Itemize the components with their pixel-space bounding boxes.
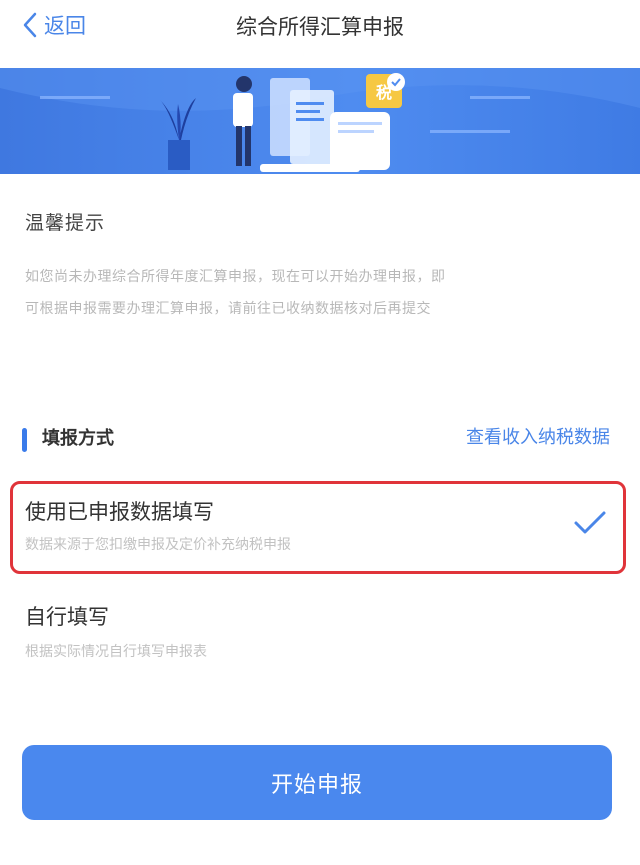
section-title: 填报方式 xyxy=(42,428,114,449)
option-self-fill[interactable]: 自行填写 根据实际情况自行填写申报表 xyxy=(10,591,626,671)
option-title: 使用已申报数据填写 xyxy=(25,500,214,524)
view-tax-data-link[interactable]: 查看收入纳税数据 xyxy=(466,423,610,449)
page-title: 综合所得汇算申报 xyxy=(236,15,404,39)
phone-icon xyxy=(330,112,390,170)
tips-text-line-2: 可根据申报需要办理汇算申报，请前往已收纳数据核对后再提交 xyxy=(25,301,431,317)
option-use-declared-data[interactable]: 使用已申报数据填写 数据来源于您扣缴申报及定价补充纳税申报 xyxy=(10,481,626,574)
section-marker xyxy=(22,428,27,452)
option-description: 数据来源于您扣缴申报及定价补充纳税申报 xyxy=(25,537,291,553)
option-title: 自行填写 xyxy=(25,605,109,629)
navigation-bar: 返回 综合所得汇算申报 xyxy=(0,0,640,56)
option-description: 根据实际情况自行填写申报表 xyxy=(25,644,207,660)
check-icon xyxy=(574,511,606,534)
start-declaration-button[interactable]: 开始申报 xyxy=(22,745,612,820)
banner-illustration: 税 <<<< xyxy=(0,68,640,174)
tips-text-line-1: 如您尚未办理综合所得年度汇算申报，现在可以开始办理申报，即 xyxy=(25,269,446,285)
tips-title: 温馨提示 xyxy=(25,212,106,234)
